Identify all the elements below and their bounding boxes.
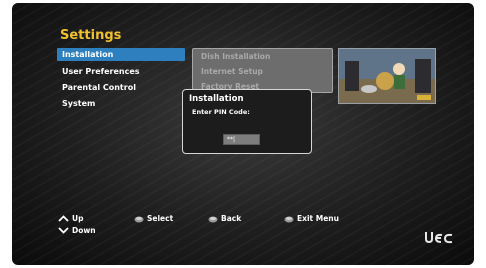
- pin-dialog: Installation Enter PIN Code: **|: [182, 89, 312, 154]
- hint-exit: Exit Menu: [284, 214, 339, 223]
- tv-screen: Settings Installation User Preferences P…: [12, 3, 474, 265]
- back-button-icon: [208, 216, 218, 222]
- menu-item-user-preferences[interactable]: User Preferences: [57, 65, 185, 78]
- hint-down: Down: [58, 226, 96, 235]
- submenu-item-dish-installation[interactable]: Dish Installation: [201, 52, 270, 61]
- submenu-item-internet-setup[interactable]: Internet Setup: [201, 67, 263, 76]
- page-title: Settings: [60, 28, 122, 43]
- chevron-down-icon: [58, 227, 69, 234]
- uec-logo: [425, 232, 453, 244]
- dialog-title: Installation: [189, 94, 244, 104]
- hint-exit-label: Exit Menu: [297, 214, 339, 223]
- pin-prompt: Enter PIN Code:: [192, 108, 250, 116]
- pin-input[interactable]: **|: [223, 134, 260, 145]
- menu-item-system[interactable]: System: [57, 97, 185, 110]
- hint-down-label: Down: [72, 226, 96, 235]
- hint-select: Select: [134, 214, 173, 223]
- chevron-up-icon: [58, 215, 69, 222]
- preview-image: [339, 49, 435, 103]
- installation-submenu: Dish Installation Internet Setup Factory…: [192, 48, 333, 93]
- ok-button-icon: [134, 216, 144, 222]
- hint-back-label: Back: [221, 214, 242, 223]
- hint-select-label: Select: [147, 214, 174, 223]
- video-preview: [338, 48, 436, 104]
- hint-up: Up: [58, 214, 83, 223]
- menu-item-parental-control[interactable]: Parental Control: [57, 81, 185, 94]
- menu-item-installation[interactable]: Installation: [57, 48, 185, 61]
- exit-button-icon: [284, 216, 294, 222]
- hint-up-label: Up: [72, 214, 84, 223]
- hint-back: Back: [208, 214, 241, 223]
